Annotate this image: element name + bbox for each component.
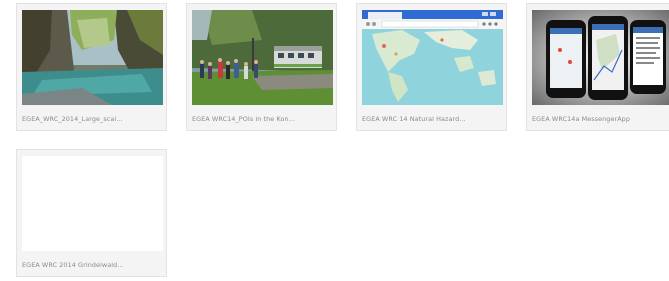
item-caption[interactable]: EGEA WRC14a MessengerApp: [532, 115, 669, 123]
item-caption[interactable]: EGEA WRC 14 Natural Hazard…: [362, 115, 503, 123]
browser-map-thumbnail[interactable]: [362, 10, 503, 105]
river-canyon-thumbnail[interactable]: [22, 10, 163, 105]
gallery-item[interactable]: EGEA WRC14a MessengerApp: [526, 3, 669, 131]
item-caption[interactable]: EGEA WRC14_POIs in the Kon…: [192, 115, 333, 123]
gallery-item[interactable]: EGEA WRC14_POIs in the Kon…: [186, 3, 337, 131]
thumbnail-gallery: EGEA_WRC_2014_Large_scal… EGEA WRC14_POI…: [0, 0, 669, 281]
gallery-item[interactable]: EGEA WRC 14 Natural Hazard…: [356, 3, 507, 131]
item-caption[interactable]: EGEA_WRC_2014_Large_scal…: [22, 115, 163, 123]
gallery-item[interactable]: EGEA WRC 2014 Grindelwald…: [16, 149, 167, 277]
phone-apps-thumbnail[interactable]: [532, 10, 669, 105]
blank-thumbnail[interactable]: [22, 156, 163, 251]
gallery-item[interactable]: EGEA_WRC_2014_Large_scal…: [16, 3, 167, 131]
item-caption[interactable]: EGEA WRC 2014 Grindelwald…: [22, 261, 163, 269]
train-hikers-thumbnail[interactable]: [192, 10, 333, 105]
